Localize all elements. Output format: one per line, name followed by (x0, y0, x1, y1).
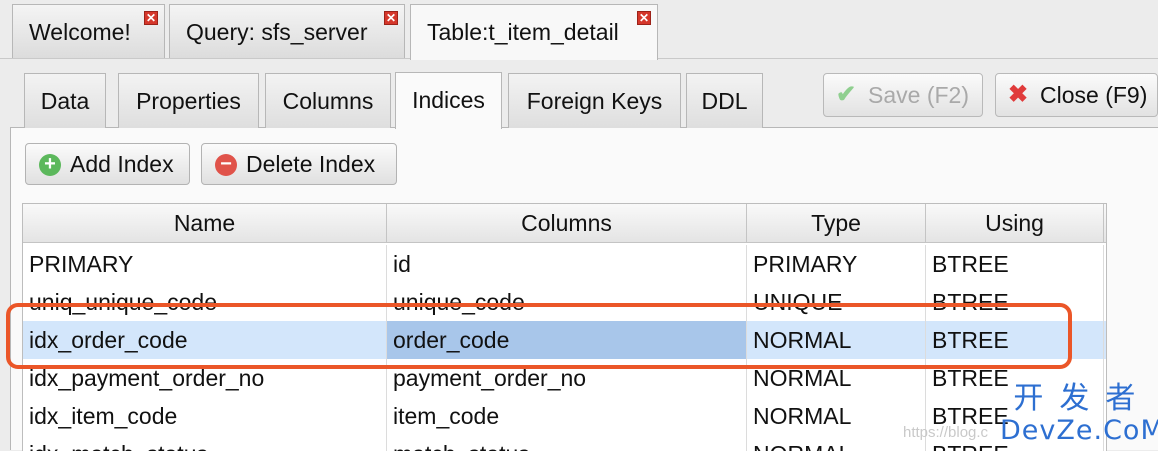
close-icon[interactable]: ✕ (144, 11, 158, 25)
tab-ddl[interactable]: DDL (686, 73, 763, 128)
tab-label: Welcome! (29, 19, 131, 45)
close-button-label: Close (F9) (1040, 82, 1148, 108)
red-x-icon: ✖ (1008, 81, 1029, 108)
tab-query-sfs-server[interactable]: Query: sfs_server ✕ (169, 4, 405, 58)
cell-name: idx_item_code (23, 397, 387, 435)
close-icon[interactable]: ✕ (384, 11, 398, 25)
tab-label: Table:t_item_detail (427, 19, 619, 45)
tab-label: Query: sfs_server (186, 19, 368, 45)
add-index-button[interactable]: + Add Index (25, 143, 190, 185)
save-button-label: Save (F2) (868, 82, 969, 108)
cell-using: BTREE (926, 245, 1104, 283)
cell-columns: item_code (387, 397, 747, 435)
tab-data[interactable]: Data (24, 73, 106, 128)
tab-properties[interactable]: Properties (118, 73, 259, 128)
close-button[interactable]: ✖ Close (F9) (995, 73, 1158, 117)
tab-table-t-item-detail[interactable]: Table:t_item_detail ✕ (410, 4, 658, 60)
delete-index-label: Delete Index (246, 151, 376, 177)
tab-foreign-keys[interactable]: Foreign Keys (508, 73, 681, 128)
watermark-chinese: 开发者 (1013, 381, 1152, 416)
table-header: Name Columns Type Using (23, 204, 1106, 243)
checkmark-icon: ✔ (836, 81, 857, 108)
header-name[interactable]: Name (23, 204, 387, 242)
delete-index-button[interactable]: − Delete Index (201, 143, 397, 185)
cell-name: PRIMARY (23, 245, 387, 283)
save-button[interactable]: ✔ Save (F2) (823, 73, 983, 117)
annotation-highlight-box (6, 303, 1072, 369)
tab-columns[interactable]: Columns (265, 73, 391, 128)
header-columns[interactable]: Columns (387, 204, 747, 242)
plus-icon: + (39, 154, 61, 176)
table-row[interactable]: PRIMARY id PRIMARY BTREE (23, 245, 1106, 283)
close-icon[interactable]: ✕ (637, 11, 651, 25)
header-using[interactable]: Using (926, 204, 1104, 242)
cell-columns: match_status (387, 435, 747, 451)
cell-name: idx_match_status (23, 435, 387, 451)
watermark-brand: DevZe.CoM (1000, 415, 1158, 446)
minus-icon: − (215, 154, 237, 176)
tab-indices[interactable]: Indices (395, 72, 502, 129)
cell-type: NORMAL (747, 397, 926, 435)
add-index-label: Add Index (70, 151, 174, 177)
document-tab-bar: Welcome! ✕ Query: sfs_server ✕ Table:t_i… (0, 0, 1158, 60)
cell-type: PRIMARY (747, 245, 926, 283)
watermark-logo: 开发者 DevZe.CoM (1000, 382, 1158, 446)
tab-welcome[interactable]: Welcome! ✕ (12, 4, 165, 58)
cell-columns: id (387, 245, 747, 283)
cell-type: NORMAL (747, 435, 926, 451)
header-type[interactable]: Type (747, 204, 926, 242)
watermark-url: https://blog.c (903, 424, 989, 441)
